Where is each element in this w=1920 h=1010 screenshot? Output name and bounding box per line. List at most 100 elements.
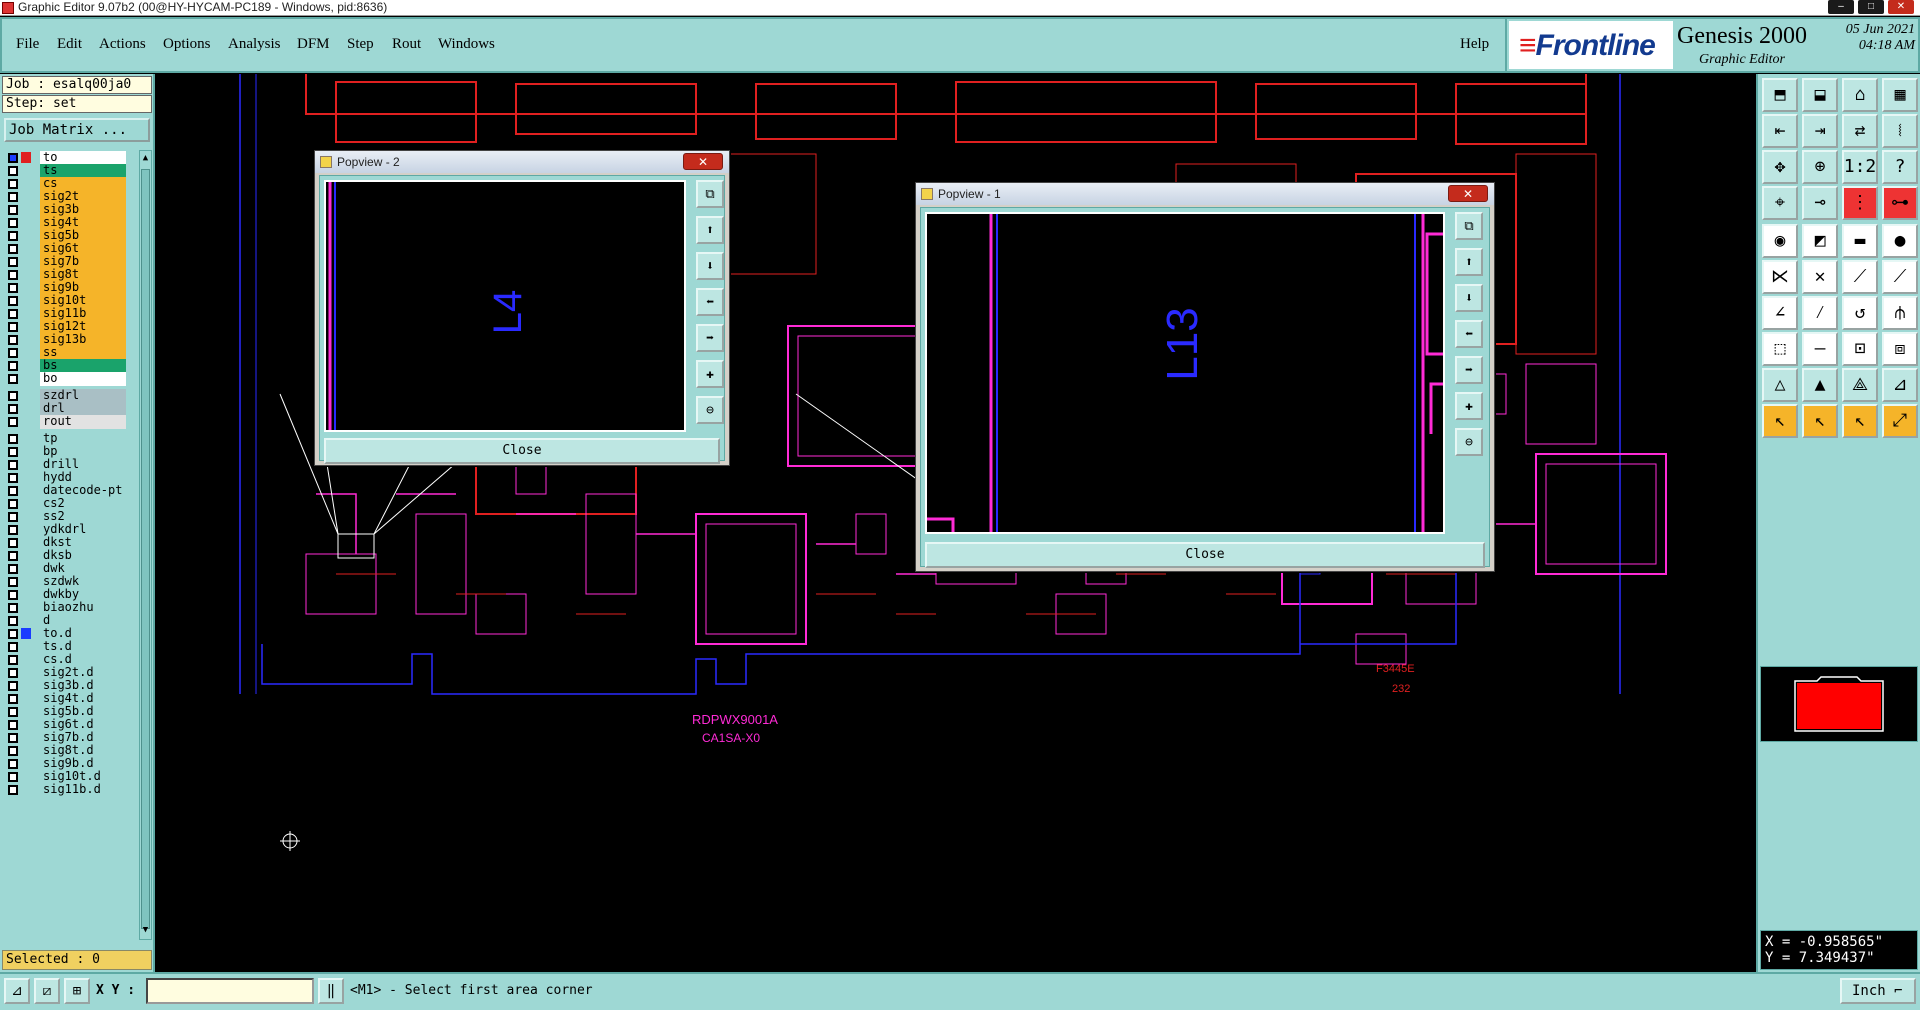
layer-checkbox[interactable] — [8, 218, 18, 228]
layer-checkbox[interactable] — [8, 759, 18, 769]
scroll-up-icon[interactable]: ▲ — [141, 152, 150, 166]
measure-icon[interactable]: ⌖ — [1762, 186, 1798, 220]
add-line-icon[interactable]: ◩ — [1802, 224, 1838, 258]
close-window-button[interactable]: ✕ — [1888, 0, 1914, 14]
dash-icon[interactable]: — — [1802, 332, 1838, 366]
popview-2-close-button[interactable]: Close — [324, 438, 720, 464]
pan-up-icon[interactable]: ⬆ — [696, 216, 724, 244]
layer-checkbox[interactable] — [8, 257, 18, 267]
layer-checkbox[interactable] — [8, 733, 18, 743]
layer-checkbox[interactable] — [8, 205, 18, 215]
move-left-icon[interactable]: ⇤ — [1762, 114, 1798, 148]
layer-checkbox[interactable] — [8, 391, 18, 401]
circle-icon[interactable]: ● — [1882, 224, 1918, 258]
menu-file[interactable]: File — [16, 36, 39, 53]
layer-checkbox[interactable] — [8, 525, 18, 535]
maximize-button[interactable]: □ — [1858, 0, 1884, 14]
layer-checkbox[interactable] — [8, 655, 18, 665]
zoom-in-icon[interactable]: ✚ — [696, 360, 724, 388]
move-right-icon[interactable]: ⇥ — [1802, 114, 1838, 148]
pointer-route-icon[interactable]: ⤢ — [1882, 404, 1918, 438]
popview-1-titlebar[interactable]: Popview - 1 ✕ — [916, 183, 1494, 205]
triangle-select-icon[interactable]: ⟁ — [1842, 368, 1878, 402]
pan-right-icon[interactable]: ➡ — [696, 324, 724, 352]
layer-checkbox[interactable] — [8, 231, 18, 241]
menu-rout[interactable]: Rout — [392, 36, 421, 53]
zoom-icon[interactable]: ⊕ — [1802, 150, 1838, 184]
layer-name[interactable]: bo — [40, 372, 126, 386]
scroll-down-icon[interactable]: ▼ — [141, 924, 150, 938]
snap-mode-icon[interactable]: ⊿ — [4, 978, 30, 1004]
home-icon[interactable]: ⌂ — [1842, 78, 1878, 112]
zoom-window-icon[interactable]: ⧉ — [696, 180, 724, 208]
probe-icon[interactable]: ⊸ — [1802, 186, 1838, 220]
pads-icon[interactable]: ⧈ — [1882, 332, 1918, 366]
xy-input[interactable] — [146, 978, 314, 1004]
layer-checkbox[interactable] — [8, 322, 18, 332]
layer-checkbox[interactable] — [8, 335, 18, 345]
layer-checkbox[interactable] — [8, 551, 18, 561]
overview-minimap[interactable] — [1760, 666, 1918, 742]
minimize-button[interactable]: – — [1828, 0, 1854, 14]
fork-icon[interactable]: ⫛ — [1882, 296, 1918, 330]
layer-checkbox[interactable] — [8, 720, 18, 730]
flip-icon[interactable]: ⇄ — [1842, 114, 1878, 148]
layer-checkbox[interactable] — [8, 512, 18, 522]
pointer-icon[interactable]: ↖ — [1762, 404, 1798, 438]
layer-checkbox[interactable] — [8, 404, 18, 414]
connect-icon[interactable]: ⊶ — [1882, 186, 1918, 220]
popview-1-close-x-button[interactable]: ✕ — [1448, 185, 1488, 202]
fit-all-icon[interactable]: ✥ — [1762, 150, 1798, 184]
layer-checkbox[interactable] — [8, 603, 18, 613]
layer-name[interactable]: rout — [40, 415, 126, 429]
layer-checkbox[interactable] — [8, 434, 18, 444]
menu-edit[interactable]: Edit — [57, 36, 82, 53]
layer-checkbox[interactable] — [8, 296, 18, 306]
help-icon[interactable]: ? — [1882, 150, 1918, 184]
diagonal-icon[interactable]: ⟋ — [1842, 260, 1878, 294]
layer-checkbox[interactable] — [8, 486, 18, 496]
grid-mode-icon[interactable]: ⧄ — [34, 978, 60, 1004]
pan-left-icon[interactable]: ⬅ — [696, 288, 724, 316]
layer-checkbox[interactable] — [8, 417, 18, 427]
menu-actions[interactable]: Actions — [99, 36, 146, 53]
menu-windows[interactable]: Windows — [438, 36, 495, 53]
layer-checkbox[interactable] — [8, 538, 18, 548]
layer-checkbox[interactable] — [8, 785, 18, 795]
scroll-thumb[interactable] — [141, 169, 150, 929]
net-icon[interactable]: ⋮ — [1842, 186, 1878, 220]
layer-checkbox[interactable] — [8, 283, 18, 293]
menu-help[interactable]: Help — [1460, 36, 1489, 53]
menu-analysis[interactable]: Analysis — [228, 36, 281, 53]
popview-2-titlebar[interactable]: Popview - 2 ✕ — [315, 151, 729, 173]
triangle-alt-icon[interactable]: ▲ — [1802, 368, 1838, 402]
command-toggle-icon[interactable]: ‖ — [318, 978, 344, 1004]
popview-2-close-x-button[interactable]: ✕ — [683, 153, 723, 170]
zoom-window-icon[interactable]: ⧉ — [1455, 212, 1483, 240]
layer-checkbox[interactable] — [8, 192, 18, 202]
snap-icon[interactable]: ⧙ — [1882, 114, 1918, 148]
popview-2-canvas[interactable]: L4 — [324, 180, 686, 432]
zoom-in-icon[interactable]: ✚ — [1455, 392, 1483, 420]
layer-checkbox[interactable] — [8, 499, 18, 509]
menu-options[interactable]: Options — [163, 36, 211, 53]
layer-checkbox[interactable] — [8, 629, 18, 639]
layer-checkbox[interactable] — [8, 616, 18, 626]
add-pad-icon[interactable]: ◉ — [1762, 224, 1798, 258]
arc-icon[interactable]: ↺ — [1842, 296, 1878, 330]
layer-checkbox[interactable] — [8, 309, 18, 319]
angle-icon[interactable]: ∠ — [1762, 296, 1798, 330]
component-icon[interactable]: ⊡ — [1842, 332, 1878, 366]
layer-checkbox[interactable] — [8, 473, 18, 483]
pointer-move-icon[interactable]: ↖ — [1842, 404, 1878, 438]
units-button[interactable]: Inch ⌐ — [1840, 978, 1916, 1004]
layer-checkbox[interactable] — [8, 668, 18, 678]
triangle-edit-icon[interactable]: ⊿ — [1882, 368, 1918, 402]
layer-checkbox[interactable] — [8, 270, 18, 280]
layer-checkbox[interactable] — [8, 374, 18, 384]
layer-checkbox[interactable] — [8, 244, 18, 254]
layer-checkbox[interactable] — [8, 577, 18, 587]
layer-checkbox[interactable] — [8, 694, 18, 704]
layer-checkbox[interactable] — [8, 681, 18, 691]
menu-step[interactable]: Step — [347, 36, 374, 53]
